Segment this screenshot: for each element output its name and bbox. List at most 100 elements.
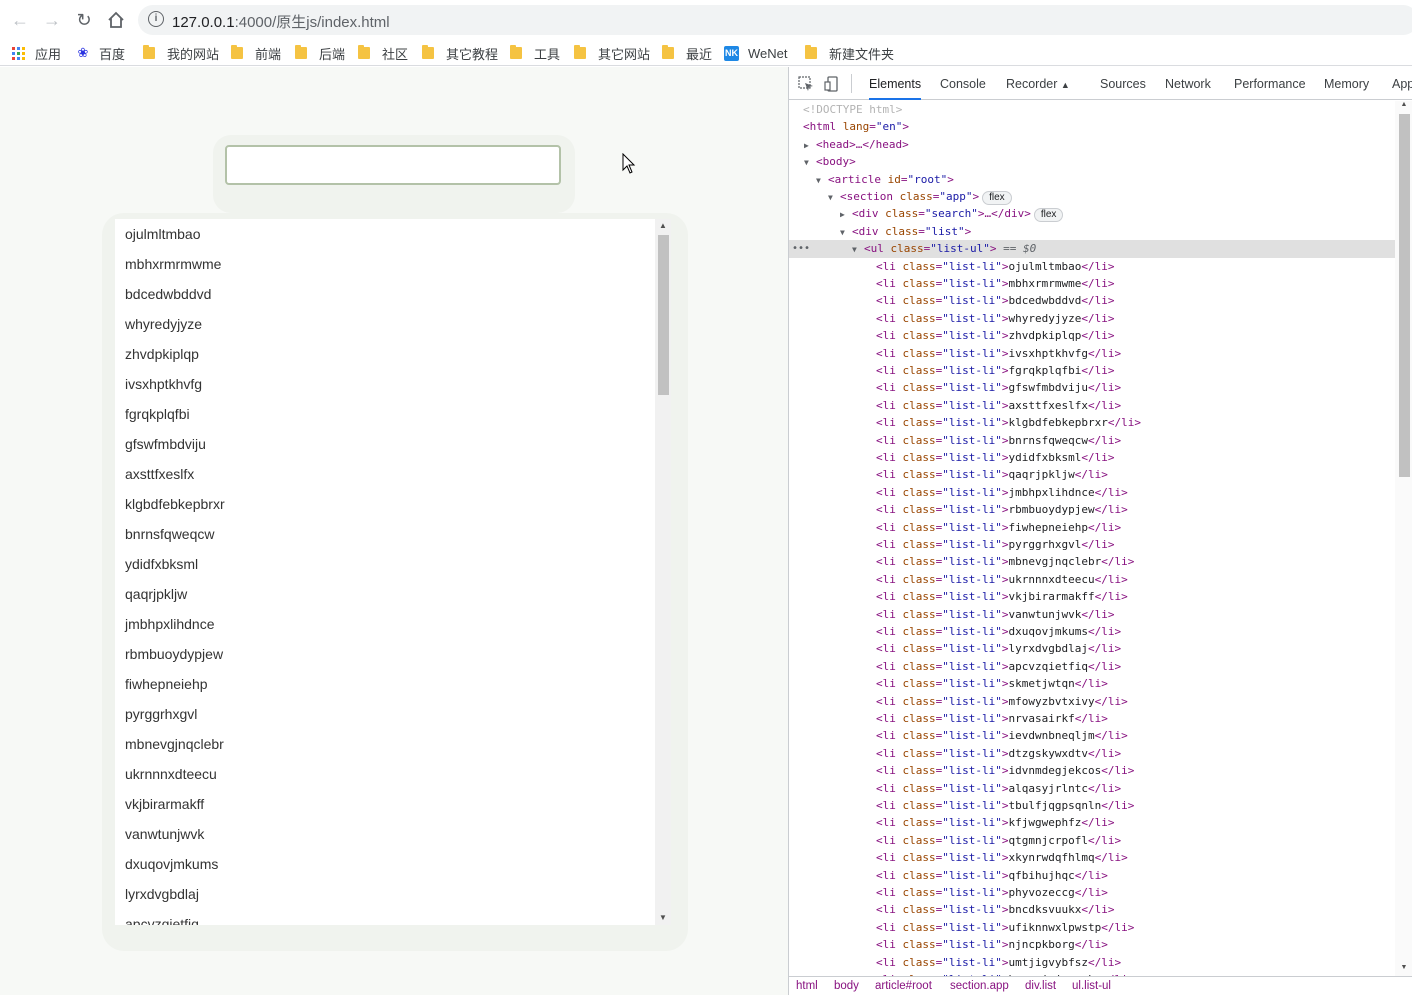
home-icon[interactable] [104,8,128,32]
dom-line-li[interactable]: <li class="list-li">mbhxrmrmwme</li> [789,275,1395,292]
dom-line-li[interactable]: <li class="list-li">dtzgskywxdtv</li> [789,745,1395,762]
dom-line-li[interactable]: <li class="list-li">dxuqovjmkums</li> [789,623,1395,640]
dom-line-li[interactable]: <li class="list-li">qaqrjpkljw</li> [789,466,1395,483]
address-bar[interactable]: i 127.0.0.1:4000/原生js/index.html [138,5,1412,35]
bookmark-folder[interactable]: 后端 [295,44,345,62]
breadcrumb-item[interactable]: body [834,980,859,992]
back-icon[interactable]: ← [8,8,32,32]
flex-badge[interactable]: flex [982,191,1012,205]
list-item[interactable]: whyredyjyze [115,309,655,339]
dom-line-li[interactable]: <li class="list-li">axsttfxeslfx</li> [789,397,1395,414]
dom-line-li[interactable]: <li class="list-li">bnrnsfqweqcw</li> [789,432,1395,449]
dom-line-li[interactable]: <li class="list-li">ojulmltmbao</li> [789,258,1395,275]
dom-line-li[interactable]: <li class="list-li">fgrqkplqfbi</li> [789,362,1395,379]
bookmark-folder[interactable]: 工具 [510,44,560,62]
dom-line-li[interactable]: <li class="list-li">njncpkborg</li> [789,936,1395,953]
dom-line-li[interactable]: <li class="list-li">idvnmdegjekcos</li> [789,762,1395,779]
breadcrumb-item[interactable]: section.app [950,980,1009,992]
tab-performance[interactable]: Performance [1234,67,1306,100]
list-item[interactable]: fgrqkplqfbi [115,399,655,429]
dom-line-li[interactable]: <li class="list-li">klgbdfebkepbrxr</li> [789,414,1395,431]
dom-line-li[interactable]: <li class="list-li">mbnevgjnqclebr</li> [789,553,1395,570]
tab-application[interactable]: App [1392,67,1412,100]
list-item[interactable]: rbmbuoydypjew [115,639,655,669]
info-icon[interactable]: i [148,11,164,27]
tab-sources[interactable]: Sources [1100,67,1146,100]
dom-line-article[interactable]: ▼ <article id="root"> [789,171,1395,188]
list-item[interactable]: ydidfxbksml [115,549,655,579]
bookmark-folder[interactable]: 最近 [662,44,712,62]
dom-line-li[interactable]: <li class="list-li">apcvzqietfiq</li> [789,658,1395,675]
collapsed-arrow-icon[interactable]: ▶ [840,206,852,223]
dom-line-li[interactable]: <li class="list-li">nrvasairkf</li> [789,710,1395,727]
collapsed-arrow-icon[interactable]: ▶ [804,137,816,154]
scroll-down-icon[interactable]: ▼ [1395,964,1412,976]
dom-line-li[interactable]: <li class="list-li">qfbihujhqc</li> [789,867,1395,884]
expanded-arrow-icon[interactable]: ▼ [804,154,816,171]
dom-line-li[interactable]: <li class="list-li">lyrxdvgbdlaj</li> [789,640,1395,657]
list-item[interactable]: gfswfmbdviju [115,429,655,459]
bookmark-baidu[interactable]: ❀ 百度 [76,44,125,62]
bookmark-folder[interactable]: 我的网站 [143,44,219,62]
dom-line-head[interactable]: ▶ <head>…</head> [789,136,1395,153]
expanded-arrow-icon[interactable]: ▼ [852,241,864,258]
list-item[interactable]: apcvzqietfiq [115,909,655,925]
list-item[interactable]: bnrnsfqweqcw [115,519,655,549]
list-item[interactable]: vkjbirarmakff [115,789,655,819]
flex-badge[interactable]: flex [1033,208,1064,223]
list-item[interactable]: zhvdpkiplqp [115,339,655,369]
dom-line-li[interactable]: <li class="list-li">jmbhpxlihdnce</li> [789,484,1395,501]
bookmark-wenet[interactable]: NK WeNet [724,44,788,62]
inspect-element-icon[interactable] [798,76,814,92]
scrollbar-thumb[interactable] [1399,114,1410,477]
dom-line-li[interactable]: <li class="list-li">vanwtunjwvk</li> [789,606,1395,623]
list-item[interactable]: dxuqovjmkums [115,849,655,879]
dom-line-li[interactable]: <li class="list-li">tbulfjqgpsqnln</li> [789,797,1395,814]
device-toolbar-icon[interactable] [824,76,840,92]
list-item[interactable]: bdcedwbddvd [115,279,655,309]
dom-line-html[interactable]: <html lang="en"> [789,118,1395,135]
expanded-arrow-icon[interactable]: ▼ [828,189,840,206]
breadcrumb-item[interactable]: div.list [1025,980,1056,992]
dom-line-li[interactable]: <li class="list-li">zhvdpkiplqp</li> [789,327,1395,344]
list-scroll-area[interactable]: ojulmltmbao mbhxrmrmwme bdcedwbddvd whyredy… [115,219,671,925]
breadcrumb-item[interactable]: ul.list-ul [1072,980,1111,992]
dom-line-li[interactable]: <li class="list-li">bdcedwbddvd</li> [789,292,1395,309]
bookmark-folder[interactable]: 其它网站 [574,44,650,62]
scrollbar-thumb[interactable] [658,235,669,395]
list-item[interactable]: vanwtunjwvk [115,819,655,849]
dom-line-li[interactable]: <li class="list-li">fiwhepneiehp</li> [789,519,1395,536]
list-item[interactable]: klgbdfebkepbrxr [115,489,655,519]
dom-line-li[interactable]: <li class="list-li">ievdwnbneqljm</li> [789,727,1395,744]
bookmark-folder[interactable]: 新建文件夹 [805,44,894,62]
breadcrumb-item[interactable]: html [796,980,818,992]
dom-line-li[interactable]: <li class="list-li">rbmbuoydypjew</li> [789,501,1395,518]
list-item[interactable]: ivsxhptkhvfg [115,369,655,399]
dom-line-div-search[interactable]: ▶ <div class="search">…</div> flex [789,205,1395,223]
dom-line-section[interactable]: ▼ <section class="app"> flex [789,188,1395,205]
bookmark-folder[interactable]: 社区 [358,44,408,62]
dom-line-li[interactable]: <li class="list-li">whyredyjyze</li> [789,310,1395,327]
dom-line-li[interactable]: <li class="list-li">kfjwgwephfz</li> [789,814,1395,831]
dom-line-li[interactable]: <li class="list-li">alqasyjrlntc</li> [789,780,1395,797]
tab-console[interactable]: Console [940,67,986,100]
list-item[interactable]: ukrnnnxdteecu [115,759,655,789]
list-item[interactable]: fiwhepneiehp [115,669,655,699]
more-options-icon[interactable]: ••• [792,240,810,257]
dom-line-li[interactable]: <li class="list-li">qtgmnjcrpofl</li> [789,832,1395,849]
forward-icon[interactable]: → [40,8,64,32]
list-item[interactable]: axsttfxeslfx [115,459,655,489]
dom-line-doctype[interactable]: <!DOCTYPE html> [789,101,1395,118]
reload-icon[interactable]: ↻ [72,8,96,32]
dom-line-li[interactable]: <li class="list-li">gfswfmbdviju</li> [789,379,1395,396]
tab-elements[interactable]: Elements [869,67,922,100]
dom-line-li[interactable]: <li class="list-li">skmetjwtqn</li> [789,675,1395,692]
expanded-arrow-icon[interactable]: ▼ [816,172,828,189]
list-item[interactable]: mbnevgjnqclebr [115,729,655,759]
dom-line-li[interactable]: <li class="list-li">umtjigvybfsz</li> [789,954,1395,971]
tab-network[interactable]: Network [1165,67,1211,100]
list-item[interactable]: ojulmltmbao [115,219,655,249]
list-scrollbar[interactable]: ▲ ▼ [655,219,671,925]
scroll-down-icon[interactable]: ▼ [655,911,671,925]
url-text[interactable]: 127.0.0.1:4000/原生js/index.html [172,11,390,32]
